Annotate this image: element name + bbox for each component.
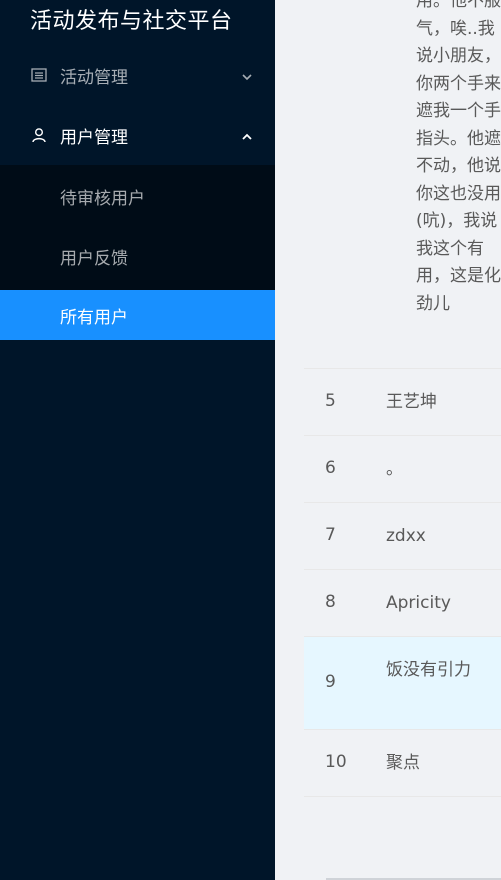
- row-name: 聚点: [386, 753, 420, 773]
- table-row[interactable]: 8 Apricity: [304, 570, 501, 637]
- sidebar-item-user-feedback[interactable]: 用户反馈: [0, 231, 275, 281]
- table-row[interactable]: 10 聚点: [304, 730, 501, 797]
- table-row[interactable]: 6 。: [304, 436, 501, 503]
- chevron-up-icon: [241, 128, 253, 140]
- row-index: 10: [325, 752, 347, 772]
- row-index: 9: [325, 672, 336, 692]
- user-icon: [30, 126, 48, 144]
- menu-activity-label: 活动管理: [60, 67, 128, 88]
- sidebar-item-label: 所有用户: [60, 307, 128, 328]
- sidebar: 活动发布与社交平台 活动管理 用户管理 待审核用户 用户反馈 所有用户: [0, 0, 275, 880]
- list-icon: [30, 66, 48, 84]
- sidebar-item-label: 用户反馈: [60, 248, 128, 269]
- users-table: 用。他不服气，唉..我说小朋友，你两个手来遮我一个手指头。他遮不动，他说你这也没…: [304, 0, 501, 797]
- table-row[interactable]: 7 zdxx: [304, 503, 501, 570]
- chevron-down-icon: [241, 68, 253, 81]
- row-name: 王艺坤: [386, 392, 437, 412]
- row-name: 。: [386, 459, 403, 479]
- row-index: 5: [325, 391, 336, 411]
- menu-user-management[interactable]: 用户管理: [0, 110, 275, 160]
- table-row-highlighted[interactable]: 9 饭没有引力: [304, 637, 501, 730]
- table-row[interactable]: 5 王艺坤: [304, 369, 501, 436]
- row-name: Apricity: [386, 593, 451, 613]
- row-name: 饭没有引力: [386, 660, 471, 680]
- row-index: 8: [325, 592, 336, 612]
- app-root: 活动发布与社交平台 活动管理 用户管理 待审核用户 用户反馈 所有用户 用。他不…: [0, 0, 501, 880]
- sidebar-item-pending-users[interactable]: 待审核用户: [0, 171, 275, 221]
- row-name: zdxx: [386, 526, 426, 546]
- main-content: 用。他不服气，唉..我说小朋友，你两个手来遮我一个手指头。他遮不动，他说你这也没…: [275, 0, 501, 880]
- sidebar-item-label: 待审核用户: [60, 188, 145, 209]
- menu-user-label: 用户管理: [60, 127, 128, 148]
- row-index: 6: [325, 458, 336, 478]
- app-title: 活动发布与社交平台: [30, 9, 233, 34]
- row-index: 7: [325, 525, 336, 545]
- table-cell-overflow-text: 用。他不服气，唉..我说小朋友，你两个手来遮我一个手指头。他遮不动，他说你这也没…: [416, 0, 501, 314]
- menu-activity-management[interactable]: 活动管理: [0, 50, 275, 100]
- sidebar-item-all-users[interactable]: 所有用户: [0, 290, 275, 340]
